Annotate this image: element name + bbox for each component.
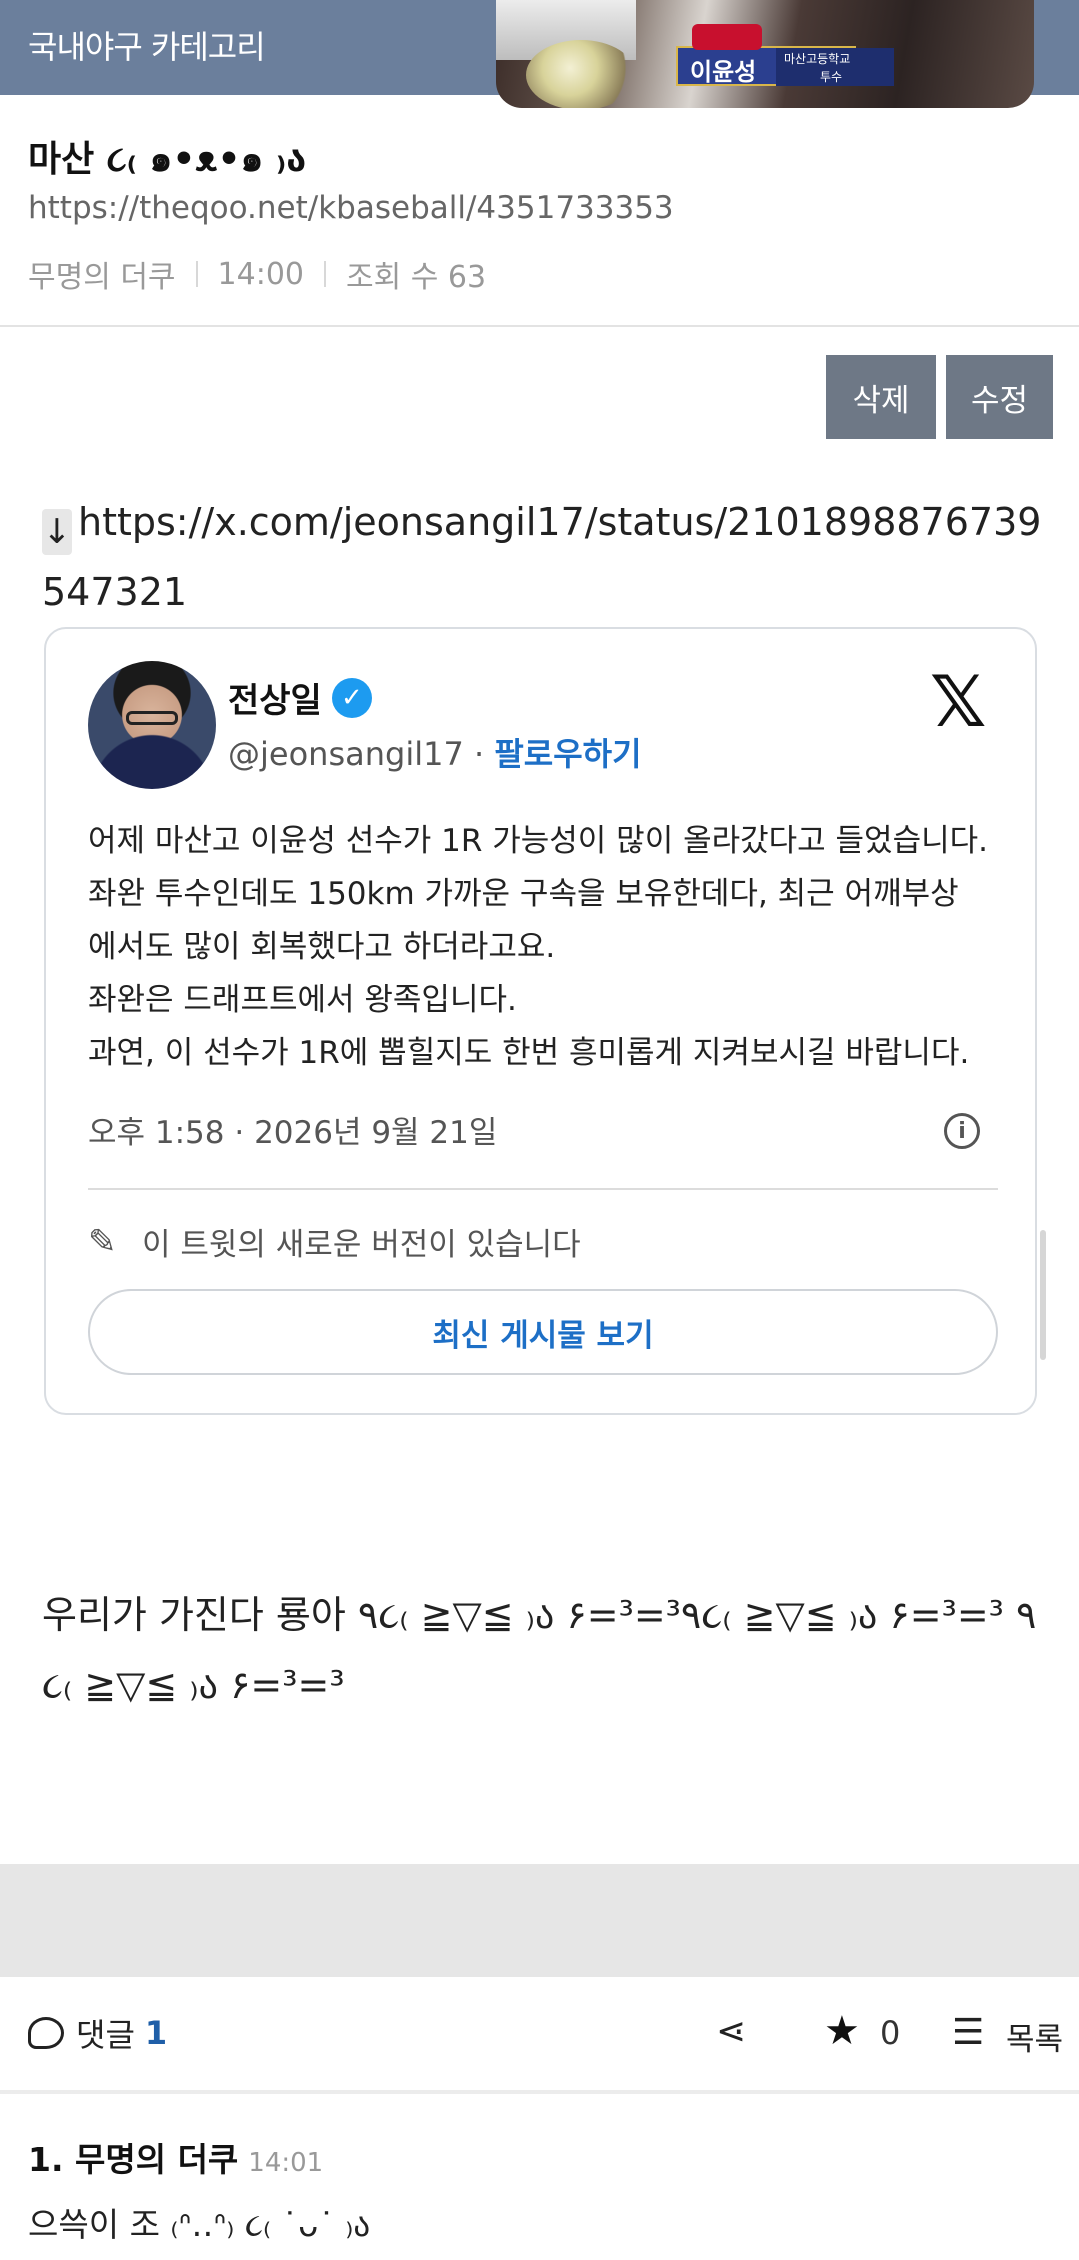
banner-position: 투수 [820, 70, 843, 84]
meta-separator [195, 261, 198, 287]
list-icon[interactable]: ☰ [952, 2012, 984, 2053]
action-divider [0, 2090, 1079, 2094]
post-time: 14:00 [217, 256, 305, 292]
category-title[interactable]: 국내야구 카테고리 [28, 22, 266, 68]
tweet-timestamp[interactable]: 오후 1:58 · 2026년 9월 21일 [88, 1107, 497, 1152]
banner-image[interactable]: 이윤성 마산고등학교 투수 [496, 0, 1034, 108]
meta-separator [324, 261, 327, 287]
list-button[interactable]: 목록 [1006, 2014, 1063, 2059]
info-icon[interactable]: i [944, 1113, 980, 1149]
comment-bubble-icon [28, 2017, 64, 2049]
new-version-text: 이 트윗의 새로운 버전이 있습니다 [142, 1227, 581, 1263]
comment-text: 으쓱이 조 ₍ᐢ‥ᐢ₎ ૮₍ ˙ᴗ˙ ₎ა [28, 2205, 371, 2244]
comment-author[interactable]: 무명의 더쿠 [75, 2133, 238, 2181]
banner-school-tag: 마산고등학교 투수 [776, 48, 894, 86]
tweet-author-name[interactable]: 전상일 ✓ [228, 673, 372, 722]
share-icon[interactable]: ⋖ [716, 2012, 756, 2052]
avatar[interactable] [88, 661, 216, 789]
comments-label: 댓글 [76, 2016, 135, 2054]
verified-icon: ✓ [331, 677, 372, 718]
down-arrow-icon: ↓ [42, 509, 72, 555]
header-divider [0, 325, 1079, 327]
edit-button[interactable]: 수정 [946, 355, 1053, 439]
tweet-text: 어제 마산고 이윤성 선수가 1R 가능성이 많이 올라갔다고 들었습니다. 좌… [88, 823, 988, 1071]
banner-player-name: 이윤성 [690, 58, 757, 86]
tweet-handle[interactable]: @jeonsangil17 [228, 735, 464, 773]
tweet-divider [88, 1188, 998, 1190]
team-logo [692, 24, 762, 50]
tweet-handle-line: @jeonsangil17 · 팔로우하기 [228, 735, 642, 773]
star-count: 0 [880, 2014, 901, 2052]
pencil-icon: ✎ [88, 1221, 117, 1262]
comment-header: 1. 무명의 더쿠 14:01 [28, 2133, 323, 2181]
post-body-text: 우리가 가진다 룡아 ٩૮₍ ≧▽≦ ₎ა ۶=³=³٩૮₍ ≧▽≦ ₎ა ۶=… [42, 1593, 1037, 1707]
tweet-link[interactable]: https://x.com/jeonsangil17/status/210189… [42, 500, 1041, 614]
tweet-embed[interactable]: 전상일 ✓ @jeonsangil17 · 팔로우하기 𝕏 어제 마산고 이윤성… [44, 627, 1037, 1415]
post-link-line: ↓ https://x.com/jeonsangil17/status/21018… [42, 487, 1042, 627]
new-version-notice: ✎ 이 트윗의 새로운 버전이 있습니다 [88, 1219, 581, 1264]
banner-flowers [526, 40, 636, 108]
x-logo-icon[interactable]: 𝕏 [930, 667, 986, 737]
post-author: 무명의 더쿠 [28, 260, 176, 295]
comments-count: 1 [144, 2014, 168, 2052]
delete-button[interactable]: 삭제 [826, 355, 936, 439]
follow-button[interactable]: 팔로우하기 [494, 735, 641, 773]
banner-school: 마산고등학교 [784, 52, 851, 66]
post-url[interactable]: https://theqoo.net/kbaseball/4351733353 [28, 190, 674, 226]
star-icon[interactable]: ★ [824, 2008, 860, 2054]
ad-area [0, 1864, 1079, 1977]
comment-number: 1. [28, 2140, 64, 2179]
scrollbar[interactable] [1040, 1230, 1046, 1360]
post-views: 조회 수 63 [346, 260, 487, 295]
comment-time: 14:01 [248, 2148, 324, 2178]
view-latest-post-button[interactable]: 최신 게시물 보기 [88, 1289, 998, 1375]
post-meta: 무명의 더쿠 14:00 조회 수 63 [28, 252, 486, 296]
post-title: 마산 ૮₍ ๑•ᴥ•๑ ₎ა [28, 139, 307, 180]
tweet-name-text: 전상일 [228, 681, 322, 721]
comments-button[interactable]: 댓글 1 [28, 2010, 167, 2056]
avatar-glasses [126, 711, 178, 725]
